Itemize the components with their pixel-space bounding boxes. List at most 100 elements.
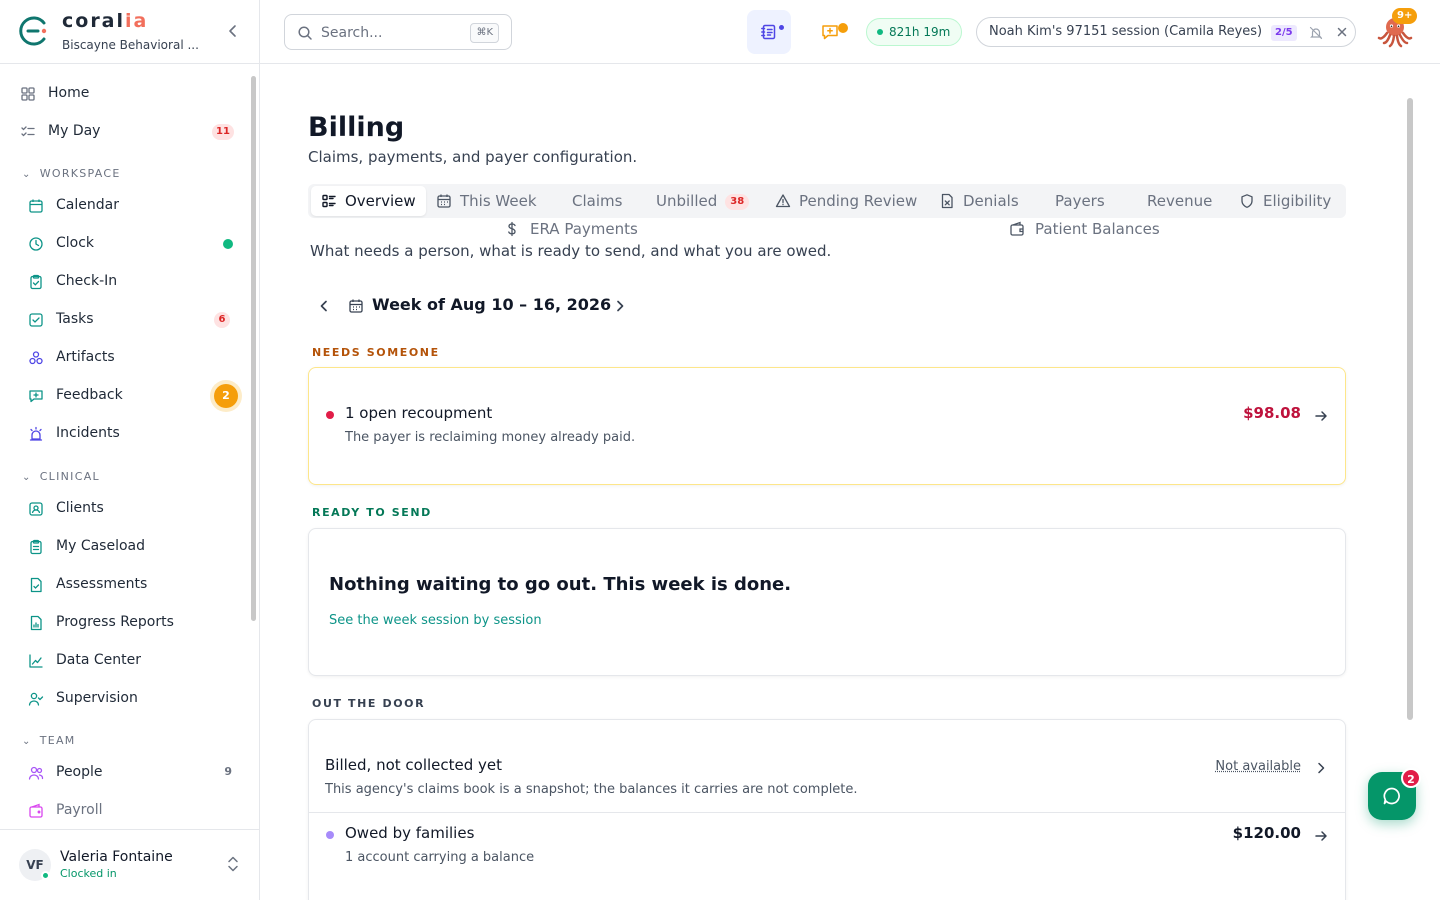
sidebar-item-payroll[interactable]: Payroll: [12, 794, 242, 828]
tab-pending-review[interactable]: Pending Review: [775, 186, 917, 216]
tab-unbilled[interactable]: Unbilled 38: [656, 186, 750, 216]
active-session-pill[interactable]: Noah Kim's 97151 session (Camila Reyes) …: [976, 17, 1356, 47]
sidebar-item-data-center[interactable]: Data Center: [12, 644, 242, 678]
users-icon: [28, 766, 44, 780]
checklist-icon: [21, 126, 35, 137]
sidebar-item-my-caseload[interactable]: My Caseload: [12, 530, 242, 564]
recoupment-card[interactable]: 1 open recoupment The payer is reclaimin…: [308, 367, 1346, 485]
wallet-icon: [29, 803, 43, 818]
recoupment-description: The payer is reclaiming money already pa…: [345, 430, 636, 445]
chevron-down-icon: ⌄: [22, 169, 32, 180]
search-input[interactable]: [321, 22, 461, 44]
status-dot: [326, 831, 334, 839]
feedback-button[interactable]: [808, 10, 852, 54]
clocked-in-status-dot: [223, 239, 233, 249]
wallet-icon: [1010, 221, 1024, 236]
message-plus-icon: [822, 25, 838, 40]
chat-button[interactable]: 2: [1368, 768, 1421, 820]
sidebar-item-calendar[interactable]: Calendar: [12, 189, 242, 223]
sidebar-item-label: Progress Reports: [56, 614, 174, 630]
tab-eligibility[interactable]: Eligibility: [1239, 186, 1331, 216]
tasks-count-badge: 6: [214, 312, 230, 328]
notebook-icon: [761, 24, 776, 40]
contact-icon: [29, 502, 43, 516]
layout-list-icon: [322, 194, 336, 208]
user-menu[interactable]: VF Valeria Fontaine Clocked in: [0, 829, 259, 900]
chevron-right-icon[interactable]: [612, 298, 628, 314]
ready-to-send-card: Nothing waiting to go out. This week is …: [308, 528, 1346, 676]
sidebar-item-supervision[interactable]: Supervision: [12, 682, 242, 716]
section-header-clinical[interactable]: ⌄ CLINICAL: [22, 470, 100, 483]
feedback-unread-dot: [838, 23, 848, 33]
sidebar-item-people[interactable]: People 9: [12, 756, 242, 790]
chat-unread-badge: 2: [1401, 768, 1421, 788]
sidebar-item-label: Supervision: [56, 690, 138, 706]
tab-claims[interactable]: Claims: [572, 186, 622, 216]
search-icon: [298, 26, 312, 40]
file-check-icon: [30, 577, 42, 593]
alert-dot: [326, 411, 334, 419]
people-count-badge: 9: [224, 765, 232, 778]
chevron-down-icon: ⌄: [22, 736, 32, 747]
line-chart-icon: [29, 654, 43, 668]
tab-denials[interactable]: Denials: [939, 186, 1019, 216]
list-item[interactable]: Billed, not collected yet This agency's …: [309, 720, 1345, 813]
sidebar-item-feedback[interactable]: Feedback 2: [12, 379, 242, 413]
tab-era-payments[interactable]: ERA Payments: [504, 218, 638, 244]
calendar-icon: [349, 299, 363, 313]
sidebar-scrollbar[interactable]: [251, 76, 256, 621]
page-title: Billing: [308, 112, 405, 143]
search-shortcut-hint: ⌘K: [470, 23, 499, 43]
bell-off-icon[interactable]: [1309, 26, 1323, 40]
tab-this-week[interactable]: This Week: [436, 186, 537, 216]
sidebar-item-progress-reports[interactable]: Progress Reports: [12, 606, 242, 640]
sidebar-item-label: Check-In: [56, 273, 118, 289]
sidebar-item-assessments[interactable]: Assessments: [12, 568, 242, 602]
sidebar-item-label: Artifacts: [56, 349, 115, 365]
dollar-icon: [508, 221, 516, 237]
page-scrollbar[interactable]: [1407, 98, 1413, 720]
user-status: Clocked in: [60, 867, 117, 880]
clock-icon: [29, 237, 43, 251]
tab-payers[interactable]: Payers: [1055, 186, 1105, 216]
profile-avatar[interactable]: 9+: [1374, 8, 1418, 52]
sidebar-item-home[interactable]: Home: [12, 77, 242, 111]
sidebar-item-my-day[interactable]: My Day 11: [12, 115, 242, 149]
section-header-workspace[interactable]: ⌄ WORKSPACE: [22, 167, 121, 180]
sidebar-item-tasks[interactable]: Tasks 6: [12, 303, 242, 337]
close-icon[interactable]: [1335, 25, 1349, 39]
sidebar-nav: Home My Day 11 ⌄ WORKSPACE Calendar Clock…: [0, 64, 259, 829]
collapse-sidebar-icon[interactable]: [224, 22, 242, 40]
sidebar-item-check-in[interactable]: Check-In: [12, 265, 242, 299]
notifications-badge: 9+: [1392, 8, 1418, 24]
chevron-left-icon[interactable]: [316, 298, 332, 314]
tab-revenue[interactable]: Revenue: [1147, 186, 1212, 216]
not-available-value[interactable]: Not available: [1215, 759, 1301, 774]
sidebar-item-clock[interactable]: Clock: [12, 227, 242, 261]
tab-patient-balances[interactable]: Patient Balances: [1009, 218, 1160, 244]
brand-name: coralia: [62, 10, 149, 32]
chevrons-up-down-icon[interactable]: [226, 855, 240, 873]
search-box[interactable]: ⌘K: [284, 14, 512, 50]
recoupment-amount: $98.08: [1243, 404, 1301, 422]
sidebar: coralia Biscayne Behavioral ... Home My …: [0, 0, 260, 900]
checkbox-icon: [29, 313, 43, 327]
sidebar-item-label: People: [56, 764, 103, 780]
row-title: Billed, not collected yet: [325, 756, 503, 774]
clock-timer-badge[interactable]: 821h 19m: [866, 18, 962, 46]
list-item[interactable]: Owed by families 1 account carrying a ba…: [309, 813, 1345, 900]
sidebar-item-incidents[interactable]: Incidents: [12, 417, 242, 451]
sidebar-item-clients[interactable]: Clients: [12, 492, 242, 526]
see-week-link[interactable]: See the week session by session: [329, 613, 542, 628]
sidebar-item-label: My Caseload: [56, 538, 145, 554]
notes-button[interactable]: [747, 10, 791, 54]
week-label[interactable]: Week of Aug 10 – 16, 2026: [372, 295, 611, 314]
clipboard-list-icon: [30, 539, 42, 555]
row-title: Owed by families: [345, 824, 475, 842]
clipboard-icon: [30, 274, 42, 290]
sidebar-item-artifacts[interactable]: Artifacts: [12, 341, 242, 375]
grid-icon: [21, 87, 35, 101]
tab-overview[interactable]: Overview: [311, 186, 426, 216]
coralia-logo-icon[interactable]: [18, 15, 50, 47]
section-header-team[interactable]: ⌄ TEAM: [22, 734, 76, 747]
